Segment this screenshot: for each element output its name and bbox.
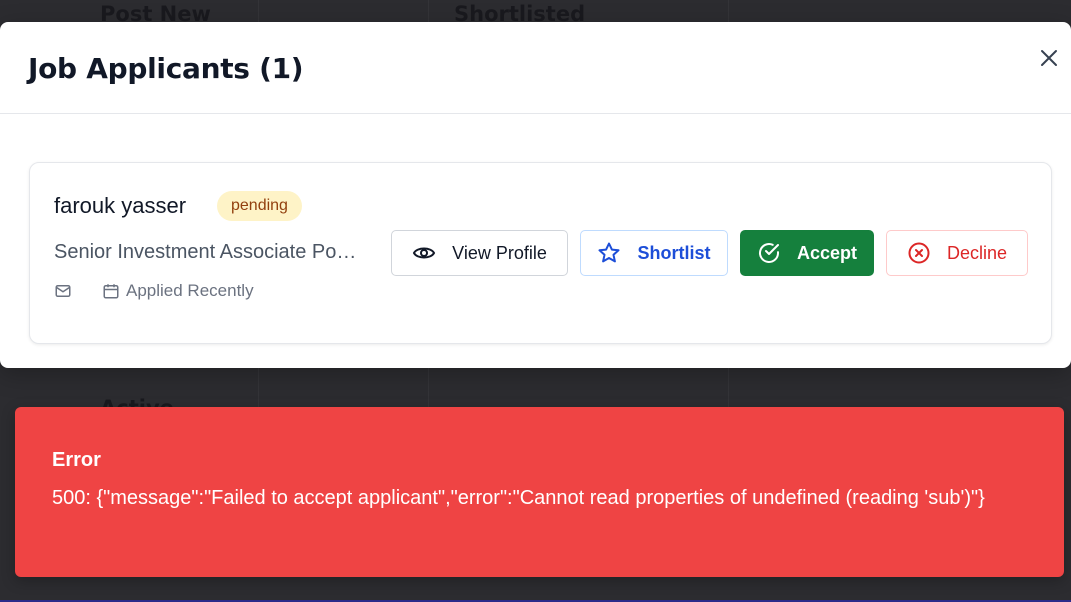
- calendar-icon: [102, 282, 120, 300]
- close-icon: [1037, 50, 1061, 74]
- status-badge: pending: [217, 191, 302, 221]
- shortlist-label: Shortlist: [637, 242, 711, 263]
- shortlist-button[interactable]: Shortlist: [580, 230, 728, 276]
- eye-icon: [412, 241, 436, 265]
- applicant-meta: Applied Recently: [54, 279, 254, 303]
- error-toast[interactable]: Error 500: {"message":"Failed to accept …: [15, 407, 1064, 577]
- check-circle-icon: [757, 241, 781, 265]
- accept-button[interactable]: Accept: [740, 230, 874, 276]
- toast-message: 500: {"message":"Failed to accept applic…: [52, 487, 985, 509]
- job-applicants-modal: Job Applicants (1) farouk yasser pending…: [0, 22, 1071, 368]
- star-icon: [597, 241, 621, 265]
- applied-date: Applied Recently: [126, 281, 254, 300]
- applicant-name: farouk yasser: [54, 193, 187, 218]
- applicant-card: farouk yasser pending Senior Investment …: [29, 162, 1052, 344]
- x-circle-icon: [907, 241, 931, 265]
- view-profile-label: View Profile: [452, 242, 547, 263]
- view-profile-button[interactable]: View Profile: [391, 230, 568, 276]
- toast-title: Error: [52, 449, 101, 471]
- accept-label: Accept: [796, 242, 858, 263]
- decline-label: Decline: [946, 242, 1008, 263]
- close-button[interactable]: [1037, 46, 1061, 70]
- mail-icon[interactable]: [54, 282, 72, 300]
- job-title: Senior Investment Associate Position: [54, 241, 364, 263]
- decline-button[interactable]: Decline: [886, 230, 1028, 276]
- modal-title: Job Applicants (1): [28, 52, 304, 85]
- modal-header: Job Applicants (1): [0, 22, 1071, 114]
